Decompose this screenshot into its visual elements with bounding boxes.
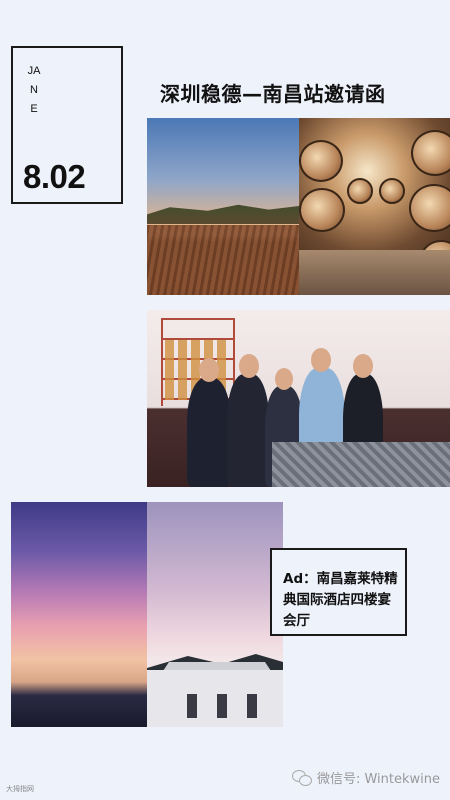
- date-card: JANE 8.02: [11, 46, 123, 204]
- source-mark: 大拇指网: [6, 785, 34, 793]
- wechat-id: 微信号: Wintekwine: [291, 768, 440, 787]
- venue-text: Ad：南昌嘉莱特精典国际酒店四楼宴会厅: [283, 571, 398, 629]
- person: [227, 374, 269, 487]
- tasting-table: [272, 442, 450, 487]
- barrel: [347, 178, 373, 204]
- barrel: [411, 130, 450, 176]
- barrel: [379, 178, 405, 204]
- winery-building-photo: [147, 502, 283, 727]
- barrel: [299, 140, 343, 182]
- event-date: 8.02: [23, 158, 86, 195]
- wechat-id-text: 微信号: Wintekwine: [316, 772, 440, 787]
- person-head: [353, 354, 373, 378]
- person-head: [239, 354, 259, 378]
- wechat-icon: [291, 769, 312, 786]
- door: [217, 694, 227, 718]
- person: [187, 378, 231, 487]
- person-head: [275, 368, 293, 390]
- venue-info-box: Ad：南昌嘉莱特精典国际酒店四楼宴会厅: [270, 548, 407, 636]
- group-tasting-photo: [147, 310, 450, 487]
- cellar-floor: [299, 250, 450, 295]
- dusk-sky-photo: [11, 502, 147, 727]
- page-title: 深圳稳德—南昌站邀请函: [160, 82, 386, 106]
- wine-cellar-photo: [299, 118, 450, 295]
- vineyard-sunset-photo: [147, 118, 299, 295]
- tree-line: [147, 204, 299, 224]
- person-head: [311, 348, 331, 372]
- door: [247, 694, 257, 718]
- month-vertical-label: JANE: [27, 65, 41, 115]
- person-head: [199, 358, 219, 382]
- barrel: [409, 184, 450, 232]
- vine-rows: [147, 225, 299, 295]
- building: [147, 670, 283, 727]
- door: [187, 694, 197, 718]
- barrel: [299, 188, 345, 232]
